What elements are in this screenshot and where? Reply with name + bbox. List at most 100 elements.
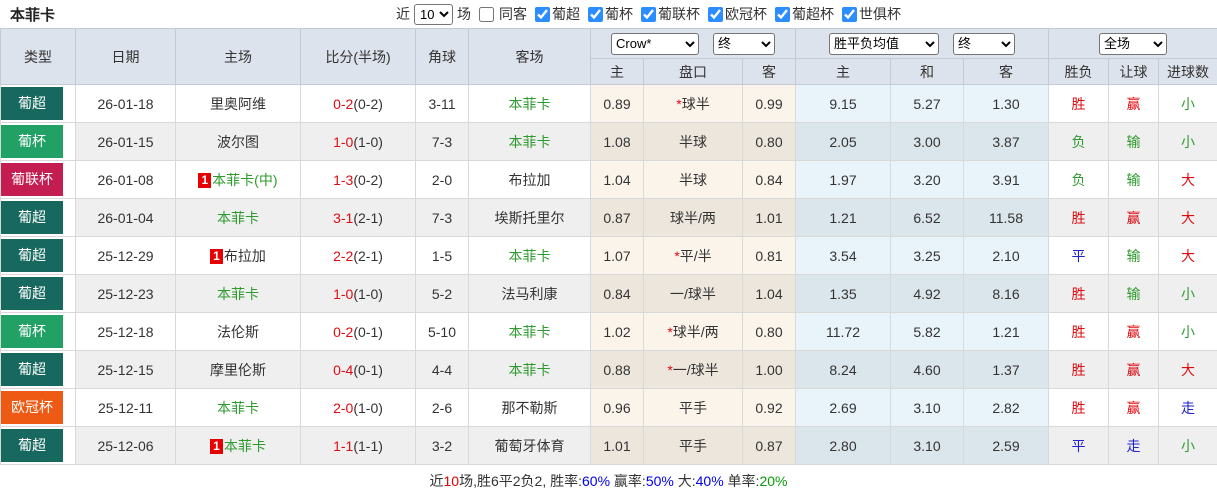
corners-cell: 2-6 <box>415 388 469 427</box>
home-team-cell: 1 布拉加 <box>175 236 301 275</box>
handicap-odds-home: 0.96 <box>603 399 631 416</box>
home-team-cell: 法伦斯 <box>175 312 301 351</box>
away-team-cell: 本菲卡 <box>468 350 591 389</box>
league-checkbox[interactable] <box>842 6 857 22</box>
league-filter-puchaobei[interactable]: 葡超杯 <box>771 4 834 24</box>
league-checkbox[interactable] <box>708 6 723 22</box>
same-away-checkbox[interactable] <box>479 6 494 22</box>
handicap-result-text: 赢 <box>1126 323 1141 340</box>
goals-result-cell: 小 <box>1158 122 1217 161</box>
avg-home-cell: 9.15 <box>795 84 891 123</box>
match-date: 26-01-15 <box>97 133 154 150</box>
home-rank-badge: 1 <box>210 438 223 454</box>
corners-value: 4-4 <box>431 361 453 378</box>
league-filter-ouguanbei[interactable]: 欧冠杯 <box>704 4 767 24</box>
handicap-line-cell: *一/球半 <box>643 350 743 389</box>
league-checkbox[interactable] <box>535 6 550 22</box>
handicap-odds-home-cell: 1.02 <box>590 312 644 351</box>
corners-cell: 3-2 <box>415 426 469 465</box>
avg-draw-odds: 5.27 <box>913 95 941 112</box>
goals-result-text: 小 <box>1181 95 1196 112</box>
subcol-result: 胜负 <box>1048 58 1110 85</box>
scope-select-cell: 全场 <box>1048 28 1217 59</box>
match-row: 葡超 25-12-23 本菲卡 1-0(1-0) 5-2 法马利康 0.84 一/球半 1.04… <box>0 274 1217 313</box>
recent-count-select[interactable]: 10 <box>414 3 453 25</box>
match-row: 葡超 25-12-29 1 布拉加 2-2(2-1) 1-5 本菲卡 1.07 *平/半 0.81… <box>0 236 1217 275</box>
page-title: 本菲卡 <box>10 6 56 24</box>
away-team-name: 本菲卡 <box>508 133 551 150</box>
corners-cell: 7-3 <box>415 122 469 161</box>
league-checkbox[interactable] <box>775 6 790 22</box>
goals-result-text: 大 <box>1181 171 1196 188</box>
handicap-line-cell: *平/半 <box>643 236 743 275</box>
handicap-result-text: 赢 <box>1126 95 1141 112</box>
score-cell: 0-2(0-1) <box>300 312 416 351</box>
handicap-line-cell: 一/球半 <box>643 274 743 313</box>
handicap-result-cell: 输 <box>1108 274 1160 313</box>
league-type-cell: 葡超 <box>0 350 76 389</box>
league-filter-pulianbei[interactable]: 葡联杯 <box>637 4 700 24</box>
handicap-odds-home-cell: 0.87 <box>590 198 644 237</box>
league-checkbox[interactable] <box>588 6 603 22</box>
handicap-line: 平手 <box>679 437 707 454</box>
match-row: 葡超 25-12-06 1 本菲卡 1-1(1-1) 3-2 葡萄牙体育 1.01 平手 0.87… <box>0 426 1217 465</box>
same-away-label: 同客 <box>499 6 527 22</box>
corners-value: 1-5 <box>431 247 453 264</box>
handicap-result-text: 走 <box>1126 437 1141 454</box>
home-rank-badge: 1 <box>210 248 223 264</box>
odds-stage-select[interactable]: 终 <box>713 32 775 55</box>
avg-home-odds: 2.80 <box>829 437 857 454</box>
home-team-cell: 本菲卡 <box>175 388 301 427</box>
handicap-odds-home: 0.87 <box>603 209 631 226</box>
avg-odds-select[interactable]: 胜平负均值 <box>829 32 939 55</box>
avg-selects-cell: 胜平负均值 终 <box>794 28 1050 59</box>
avg-home-cell: 1.97 <box>795 160 891 199</box>
score-halftime: (1-0) <box>353 133 383 150</box>
match-row: 欧冠杯 25-12-11 本菲卡 2-0(1-0) 2-6 那不勒斯 0.96 平手 0.92 2… <box>0 388 1217 427</box>
avg-home-cell: 1.35 <box>795 274 891 313</box>
col-header-corners: 角球 <box>415 28 469 85</box>
handicap-odds-away-cell: 0.81 <box>742 236 796 275</box>
score-halftime: (1-1) <box>353 437 383 454</box>
score-fulltime: 0-2 <box>333 323 354 340</box>
home-team-name: 法伦斯 <box>217 323 259 340</box>
avg-away-odds: 1.37 <box>992 361 1020 378</box>
league-filter-shijubei[interactable]: 世俱杯 <box>838 4 901 24</box>
goals-result-cell: 小 <box>1158 274 1217 313</box>
score-cell: 1-3(0-2) <box>300 160 416 199</box>
summary-segment: 40% <box>695 473 724 489</box>
avg-home-odds: 1.97 <box>829 171 857 188</box>
league-badge: 葡超 <box>1 353 63 386</box>
summary-segment: 单率: <box>723 473 760 489</box>
handicap-odds-home: 0.89 <box>603 95 631 112</box>
odds-provider-select[interactable]: Crow* <box>611 32 699 55</box>
match-date: 26-01-18 <box>97 95 154 112</box>
avg-away-odds: 2.59 <box>992 437 1020 454</box>
avg-home-cell: 3.54 <box>795 236 891 275</box>
home-team-cell: 本菲卡 <box>175 274 301 313</box>
subcol-goals: 进球数 <box>1158 58 1217 85</box>
league-filter-pubei[interactable]: 葡杯 <box>584 4 633 24</box>
league-filter-puchao[interactable]: 葡超 <box>531 4 580 24</box>
handicap-result-text: 输 <box>1126 285 1141 302</box>
handicap-odds-away-cell: 0.80 <box>742 312 796 351</box>
home-team-cell: 波尔图 <box>175 122 301 161</box>
handicap-odds-home-cell: 0.96 <box>590 388 644 427</box>
handicap-odds-home-cell: 1.08 <box>590 122 644 161</box>
scope-select[interactable]: 全场 <box>1099 32 1168 55</box>
match-history-table: 类型 日期 主场 比分(半场) 角球 客场 Crow* 终 胜平负均值 终 全场… <box>0 28 1217 465</box>
score-fulltime: 1-0 <box>333 285 354 302</box>
avg-home-odds: 11.72 <box>826 323 860 340</box>
score-fulltime: 3-1 <box>333 209 354 226</box>
away-team-name: 布拉加 <box>508 171 551 188</box>
handicap-odds-away-cell: 0.84 <box>742 160 796 199</box>
handicap-odds-home: 1.08 <box>603 133 631 150</box>
handicap-line: 半球 <box>679 171 707 188</box>
avg-home-cell: 2.80 <box>795 426 891 465</box>
match-date-cell: 26-01-08 <box>75 160 176 199</box>
handicap-line: 半球 <box>679 133 707 150</box>
avg-stage-select[interactable]: 终 <box>953 32 1015 55</box>
handicap-odds-away-cell: 0.92 <box>742 388 796 427</box>
league-checkbox[interactable] <box>641 6 656 22</box>
goals-result-cell: 走 <box>1158 388 1217 427</box>
